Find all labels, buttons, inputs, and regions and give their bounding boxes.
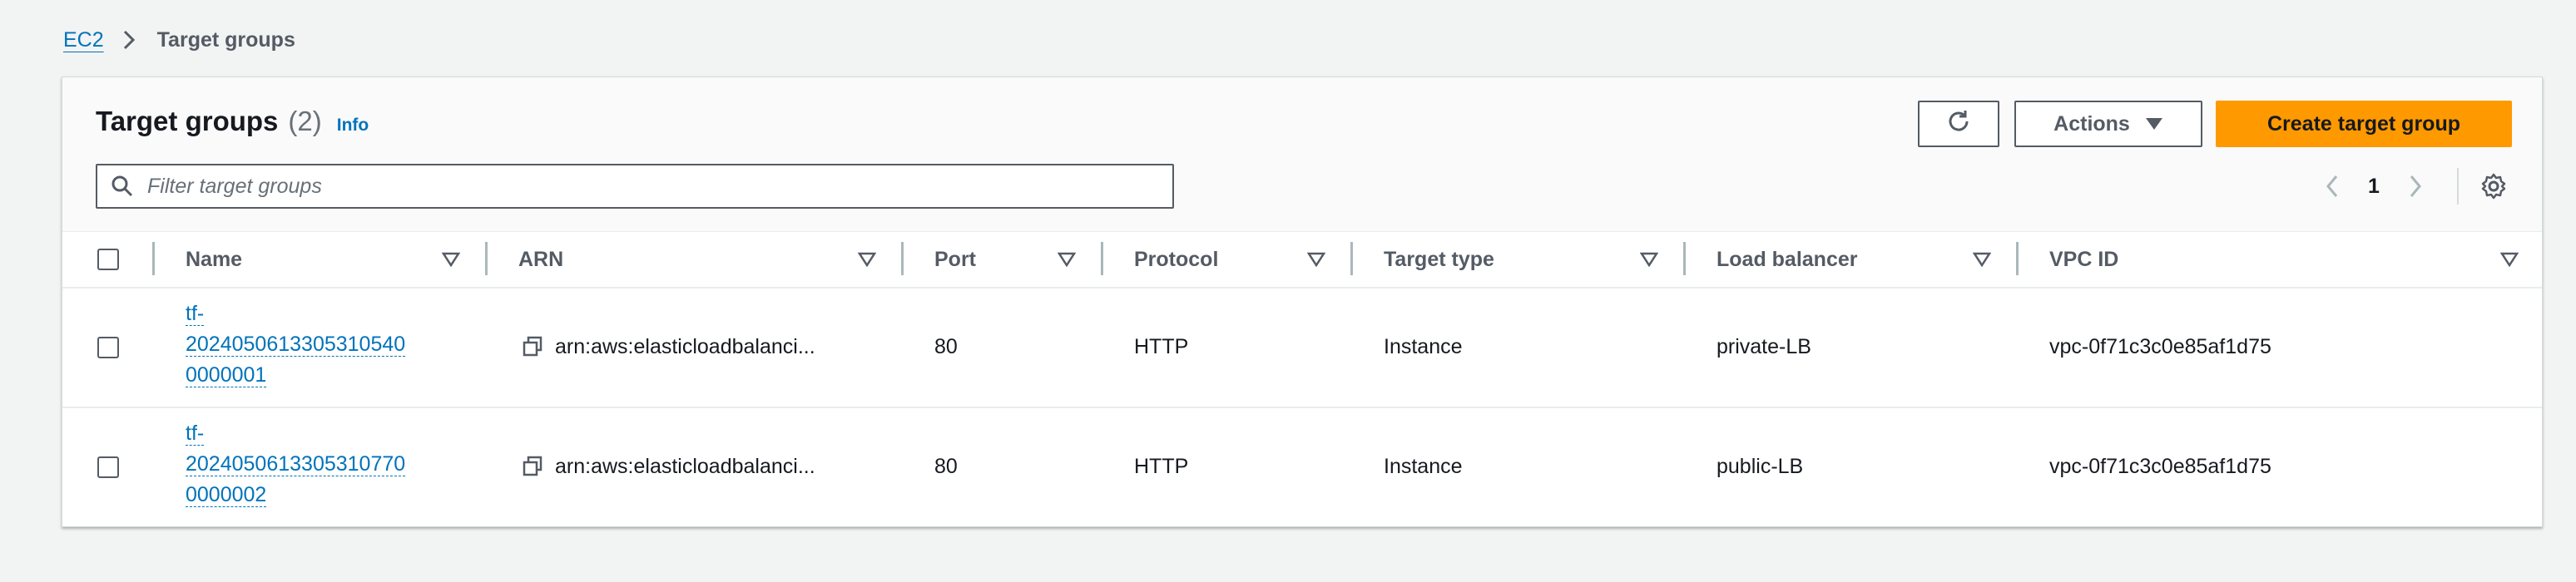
sort-down-icon[interactable] [440,249,462,270]
target-type-cell: Instance [1384,334,1463,358]
current-page-number[interactable]: 1 [2356,175,2392,199]
title-text: Target groups [96,106,279,136]
column-separator [152,242,155,275]
column-header-name[interactable]: Name [186,232,242,287]
table-divider [62,407,2542,408]
column-separator[interactable] [485,242,488,275]
actions-label: Actions [2053,111,2130,136]
name-line: 2024050613305310540 [186,333,406,356]
actions-button[interactable]: Actions [2014,101,2202,147]
copy-icon[interactable] [522,456,543,477]
name-line: tf- [186,302,205,325]
arn-cell: arn:aws:elasticloadbalanci... [522,451,815,481]
column-separator[interactable] [1350,242,1353,275]
name-line: tf- [186,422,205,445]
load-balancer-cell: private-LB [1717,334,1811,358]
arn-cell: arn:aws:elasticloadbalanci... [522,332,815,362]
sort-down-icon[interactable] [1638,249,1660,270]
caret-down-icon [2145,112,2163,136]
target-groups-panel: Target groups (2) Info Actions Create ta… [62,76,2543,527]
arn-value: arn:aws:elasticloadbalanci... [555,334,815,358]
column-header-vpc-id[interactable]: VPC ID [2049,232,2118,287]
column-separator[interactable] [901,242,904,275]
column-header-target-type[interactable]: Target type [1384,232,1494,287]
sort-down-icon[interactable] [1971,249,1993,270]
select-all-checkbox[interactable] [97,249,119,270]
title-count: (2) [288,106,322,136]
filter-input[interactable] [147,170,1146,203]
table-divider [62,287,2542,289]
search-icon [97,165,147,207]
filter-box [96,164,1174,209]
next-page-icon[interactable] [2392,164,2439,209]
chevron-right-icon [122,28,139,52]
breadcrumb: EC2 Target groups [63,25,295,55]
sort-down-icon[interactable] [856,249,878,270]
column-separator[interactable] [1683,242,1686,275]
info-link[interactable]: Info [337,116,369,136]
panel-header: Target groups (2) Info Actions Create ta… [62,77,2542,232]
breadcrumb-current: Target groups [156,27,295,52]
column-header-port[interactable]: Port [934,232,976,287]
column-separator[interactable] [1101,242,1103,275]
sort-down-icon[interactable] [1305,249,1327,270]
sort-down-icon[interactable] [2499,249,2520,270]
target-group-name-link[interactable]: tf- 2024050613305310540 0000001 [186,298,460,391]
column-header-load-balancer[interactable]: Load balancer [1717,232,1858,287]
vpc-id-cell: vpc-0f71c3c0e85af1d75 [2049,334,2271,358]
protocol-cell: HTTP [1134,454,1189,478]
create-target-group-button[interactable]: Create target group [2216,101,2512,147]
column-header-protocol[interactable]: Protocol [1134,232,1218,287]
gear-icon[interactable] [2470,164,2517,209]
sort-down-icon[interactable] [1056,249,1077,270]
column-separator[interactable] [2016,242,2019,275]
refresh-icon [1944,107,1973,141]
target-type-cell: Instance [1384,454,1463,478]
vpc-id-cell: vpc-0f71c3c0e85af1d75 [2049,454,2271,478]
pagination-divider [2457,168,2459,205]
column-header-arn[interactable]: ARN [518,232,563,287]
breadcrumb-ec2-link[interactable]: EC2 [63,28,104,52]
row-checkbox[interactable] [97,456,119,478]
refresh-button[interactable] [1918,101,1999,147]
pagination: 1 [2309,164,2517,209]
name-line: 0000002 [186,483,267,506]
load-balancer-cell: public-LB [1717,454,1804,478]
port-cell: 80 [934,334,958,358]
page-title: Target groups (2) Info [96,106,369,147]
protocol-cell: HTTP [1134,334,1189,358]
arn-value: arn:aws:elasticloadbalanci... [555,454,815,478]
copy-icon[interactable] [522,336,543,358]
name-line: 0000001 [186,363,267,387]
port-cell: 80 [934,454,958,478]
previous-page-icon[interactable] [2309,164,2356,209]
target-group-name-link[interactable]: tf- 2024050613305310770 0000002 [186,418,460,510]
row-checkbox[interactable] [97,337,119,358]
name-line: 2024050613305310770 [186,452,406,476]
